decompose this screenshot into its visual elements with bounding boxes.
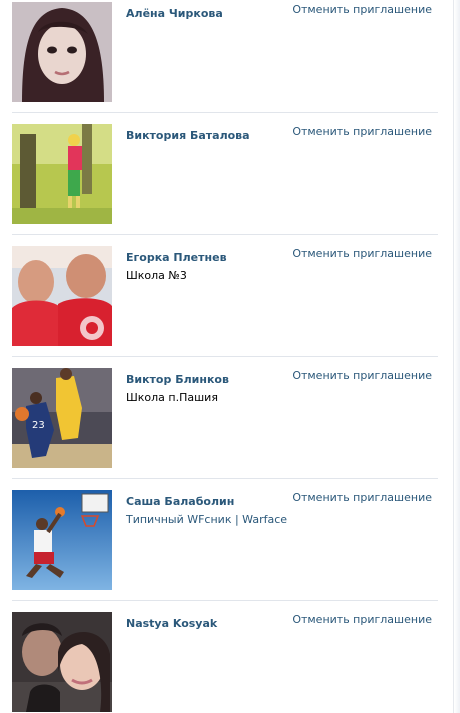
scrollbar-edge[interactable] bbox=[453, 0, 460, 713]
list-item: Егорка Плетнев Школа №3 Отменить приглаш… bbox=[12, 235, 438, 357]
list-item: Алёна Чиркова Отменить приглашение bbox=[12, 0, 438, 113]
avatar[interactable]: 23 bbox=[12, 368, 112, 468]
cancel-invitation-link[interactable]: Отменить приглашение bbox=[292, 125, 432, 138]
invitation-list: Алёна Чиркова Отменить приглашение Викто… bbox=[12, 0, 438, 713]
invitations-page: Алёна Чиркова Отменить приглашение Викто… bbox=[0, 0, 460, 713]
cancel-invitation-link[interactable]: Отменить приглашение bbox=[292, 369, 432, 382]
cancel-invitation-link[interactable]: Отменить приглашение bbox=[292, 3, 432, 16]
person-name[interactable]: Виктор Блинков bbox=[126, 373, 229, 386]
avatar[interactable] bbox=[12, 124, 112, 224]
cancel-invitation-link[interactable]: Отменить приглашение bbox=[292, 491, 432, 504]
cancel-invitation-link[interactable]: Отменить приглашение bbox=[292, 247, 432, 260]
avatar[interactable] bbox=[12, 490, 112, 590]
person-name[interactable]: Nastya Kosyak bbox=[126, 617, 217, 630]
list-item: Саша Балаболин Типичный WFсник | Warface… bbox=[12, 479, 438, 601]
avatar[interactable] bbox=[12, 2, 112, 102]
person-name[interactable]: Саша Балаболин bbox=[126, 495, 234, 508]
person-status[interactable]: Типичный WFсник | Warface bbox=[126, 513, 287, 526]
list-item: Nastya Kosyak Отменить приглашение bbox=[12, 601, 438, 713]
person-school: Школа п.Пашия bbox=[126, 391, 218, 404]
person-school: Школа №3 bbox=[126, 269, 187, 282]
person-name[interactable]: Алёна Чиркова bbox=[126, 7, 223, 20]
svg-text:23: 23 bbox=[32, 420, 45, 431]
list-item: 23 Виктор Блинков Школа п.Пашия Отменить… bbox=[12, 357, 438, 479]
person-name[interactable]: Виктория Баталова bbox=[126, 129, 250, 142]
cancel-invitation-link[interactable]: Отменить приглашение bbox=[292, 613, 432, 626]
avatar[interactable] bbox=[12, 246, 112, 346]
avatar[interactable] bbox=[12, 612, 112, 712]
person-name[interactable]: Егорка Плетнев bbox=[126, 251, 227, 264]
list-item: Виктория Баталова Отменить приглашение bbox=[12, 113, 438, 235]
